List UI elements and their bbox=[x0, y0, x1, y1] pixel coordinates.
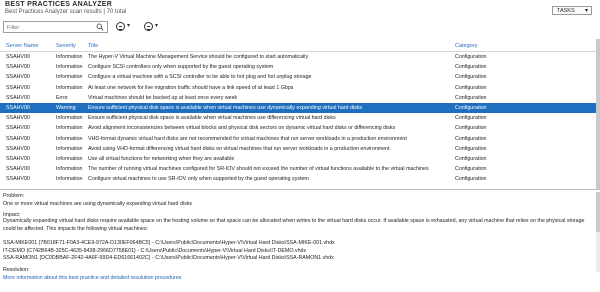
column-header-severity[interactable]: Severity bbox=[56, 43, 76, 49]
problem-label: Problem: bbox=[3, 193, 25, 199]
table-row[interactable]: SSAHV00 Information Avoid alignment incons… bbox=[0, 123, 596, 133]
cell-title: Ensure sufficient physical disk space is… bbox=[88, 105, 363, 111]
table-row[interactable]: SSAHV00 Information Avoid using VHD-format… bbox=[0, 144, 596, 154]
table-row[interactable]: SSAHV00 Warning Ensure sufficient physical… bbox=[0, 103, 596, 114]
more-information-link[interactable]: More information about this best practic… bbox=[3, 275, 181, 281]
cell-title: Avoid alignment inconsistencies between … bbox=[88, 125, 396, 132]
table-row[interactable]: SSAHV00 Information At least one network f… bbox=[0, 83, 596, 93]
cell-server: SSAHV00 bbox=[6, 84, 30, 91]
resolution-label: Resolution: bbox=[3, 267, 30, 272]
cell-title: Configure virtual machines to use SR-IOV… bbox=[88, 176, 309, 183]
results-scrollbar[interactable] bbox=[596, 39, 600, 189]
cell-server: SSAHV00 bbox=[6, 145, 30, 152]
cell-title: Configure SCSI controllers only when sup… bbox=[88, 64, 274, 71]
cell-title: Avoid using VHD-format differencing virt… bbox=[88, 145, 392, 152]
cell-title: At least one network for live migration … bbox=[88, 84, 294, 91]
list-options-icon bbox=[116, 22, 125, 31]
cell-server: SSAHV00 bbox=[6, 115, 30, 122]
filter-input[interactable] bbox=[7, 23, 91, 32]
cell-severity: Information bbox=[56, 166, 83, 173]
cell-server: SSAHV00 bbox=[6, 74, 30, 81]
vm-line: IT-DEMO {C742B64B-325C-4635-8438-2966D77… bbox=[3, 247, 307, 254]
view-options-button[interactable]: ▾ bbox=[144, 22, 164, 32]
cell-server: SSAHV00 bbox=[6, 176, 30, 183]
cell-severity: Information bbox=[56, 156, 83, 162]
page-title: BEST PRACTICES ANALYZER bbox=[5, 1, 113, 8]
cell-title: Virtual machines should be backed up at … bbox=[88, 94, 238, 101]
column-header-server[interactable]: Server Name bbox=[6, 43, 38, 49]
chevron-down-icon: ▾ bbox=[127, 23, 131, 29]
problem-text: One or more virtual machines are using d… bbox=[3, 201, 193, 207]
table-row[interactable]: SSAHV00 Information The Hyper-V Virtual Ma… bbox=[0, 52, 596, 62]
table-row[interactable]: SSAHV00 Information Configure virtual mach… bbox=[0, 174, 596, 184]
header: BEST PRACTICES ANALYZER Best Practices A… bbox=[0, 0, 600, 18]
cell-category: Configuration bbox=[455, 64, 487, 71]
cell-title: VHD-format dynamic virtual hard disks ar… bbox=[88, 135, 407, 142]
column-header-category[interactable]: Category bbox=[455, 43, 477, 49]
cell-server: SSAHV00 bbox=[6, 94, 30, 101]
cell-title: Ensure sufficient physical disk space is… bbox=[88, 115, 336, 122]
cell-category: Configuration bbox=[455, 125, 487, 132]
vm-line: SSA-MIKE001 {7B018F71-F0A3-4CE9-972A-D13… bbox=[3, 240, 335, 246]
impact-text: Dynamically expanding virtual hard disks… bbox=[3, 218, 585, 232]
cell-server: SSAHV00 bbox=[6, 64, 30, 71]
filter-options-button[interactable]: ▾ bbox=[116, 22, 136, 32]
scrollbar-thumb[interactable] bbox=[596, 39, 600, 189]
cell-server: SSAHV00 bbox=[6, 135, 30, 142]
cell-category: Configuration bbox=[455, 176, 487, 183]
cell-server: SSAHV00 bbox=[6, 125, 30, 132]
pane-splitter[interactable] bbox=[0, 189, 600, 190]
cell-category: Configuration bbox=[455, 94, 487, 101]
cell-category: Configuration bbox=[455, 54, 487, 60]
cell-severity: Warning bbox=[56, 105, 76, 111]
cell-category: Configuration bbox=[455, 156, 487, 162]
cell-category: Configuration bbox=[455, 115, 487, 122]
table-row[interactable]: SSAHV00 Information The number of running … bbox=[0, 164, 596, 174]
cell-severity: Information bbox=[56, 115, 83, 122]
cell-severity: Information bbox=[56, 64, 83, 71]
results-grid-header: Server Name Severity Title Category bbox=[0, 39, 596, 52]
search-icon[interactable] bbox=[96, 23, 104, 31]
cell-title: Configure a virtual machine with a SCSI … bbox=[88, 74, 312, 81]
cell-severity: Information bbox=[56, 84, 83, 91]
table-row[interactable]: SSAHV00 Information VHD-format dynamic vir… bbox=[0, 134, 596, 144]
cell-severity: Information bbox=[56, 135, 83, 142]
table-row[interactable]: SSAHV00 Information Ensure sufficient phys… bbox=[0, 113, 596, 123]
page-subtitle: Best Practices Analyzer scan results | 7… bbox=[5, 9, 127, 15]
tasks-button[interactable]: TASKS ▾ bbox=[552, 6, 592, 15]
cell-category: Configuration bbox=[455, 105, 487, 111]
cell-severity: Error bbox=[56, 94, 68, 101]
cell-server: SSAHV00 bbox=[6, 105, 30, 111]
column-header-title[interactable]: Title bbox=[88, 43, 98, 49]
cell-server: SSAHV00 bbox=[6, 156, 30, 162]
chevron-down-icon: ▾ bbox=[155, 23, 159, 29]
cell-title: Use all virtual functions for networking… bbox=[88, 156, 235, 162]
cell-category: Configuration bbox=[455, 84, 487, 91]
cell-severity: Information bbox=[56, 74, 83, 81]
tasks-label: TASKS bbox=[557, 8, 575, 14]
table-row[interactable]: SSAHV00 Information Use all virtual functi… bbox=[0, 154, 596, 164]
cell-severity: Information bbox=[56, 145, 83, 152]
cell-severity: Information bbox=[56, 54, 83, 60]
cell-server: SSAHV00 bbox=[6, 166, 30, 173]
details-pane: Problem: One or more virtual machines ar… bbox=[0, 192, 600, 272]
cell-category: Configuration bbox=[455, 145, 487, 152]
details-scrollbar[interactable] bbox=[596, 192, 600, 272]
cell-category: Configuration bbox=[455, 135, 487, 142]
cell-severity: Information bbox=[56, 176, 83, 183]
filter-box[interactable] bbox=[3, 21, 108, 33]
table-row[interactable]: SSAHV00 Information Configure SCSI control… bbox=[0, 62, 596, 72]
vm-line: SSA-RAMON1 {DC0DBBAF-2F42-4A6F-99D4-ED61… bbox=[3, 255, 334, 261]
cell-severity: Information bbox=[56, 125, 83, 132]
chevron-down-icon: ▾ bbox=[584, 8, 588, 14]
view-options-icon bbox=[144, 22, 153, 31]
cell-title: The number of running virtual machines c… bbox=[88, 166, 429, 173]
cell-title: The Hyper-V Virtual Machine Management S… bbox=[88, 54, 309, 60]
cell-category: Configuration bbox=[455, 166, 487, 173]
cell-category: Configuration bbox=[455, 74, 487, 81]
table-row[interactable]: SSAHV00 Information Configure a virtual ma… bbox=[0, 72, 596, 82]
cell-server: SSAHV00 bbox=[6, 54, 30, 60]
table-row[interactable]: SSAHV00 Error Virtual machines should be b… bbox=[0, 93, 596, 103]
scrollbar-thumb[interactable] bbox=[596, 192, 600, 232]
